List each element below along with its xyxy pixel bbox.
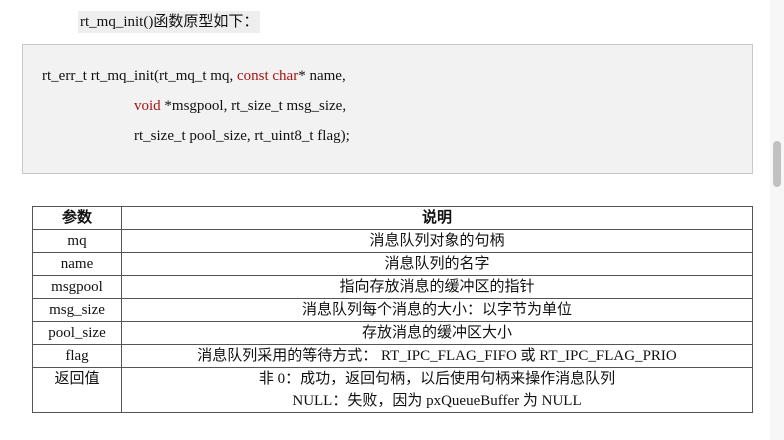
return-failure-text: NULL：失败，因为 pxQueueBuffer 为 NULL [292, 393, 582, 409]
return-success-text: 非 0：成功，返回句柄，以后使用句柄来操作消息队列 [258, 371, 616, 387]
code-line-1-post: * name, [298, 68, 346, 84]
intro-text: rt_mq_init()函数原型如下： [78, 11, 261, 33]
param-name: flag [32, 344, 122, 368]
code-line-2: void *msgpool, rt_size_t msg_size, [134, 96, 346, 116]
param-description: 消息队列采用的等待方式： RT_IPC_FLAG_FIFO 或 RT_IPC_F… [121, 344, 753, 368]
table-row: msgpool 指向存放消息的缓冲区的指针 [32, 275, 753, 299]
table-row: flag 消息队列采用的等待方式： RT_IPC_FLAG_FIFO 或 RT_… [32, 344, 753, 368]
vertical-scrollbar[interactable] [770, 0, 784, 440]
code-block: rt_err_t rt_mq_init(rt_mq_t mq, const ch… [22, 44, 753, 174]
code-line-2-post: *msgpool, rt_size_t msg_size, [160, 98, 347, 114]
param-description: 消息队列对象的句柄 [121, 229, 753, 253]
code-keyword-const-char: const char [236, 68, 299, 84]
param-description: 指向存放消息的缓冲区的指针 [121, 275, 753, 299]
param-name: 返回值 [32, 367, 122, 413]
table-row: 返回值 非 0：成功，返回句柄，以后使用句柄来操作消息队列 NULL：失败，因为… [32, 367, 753, 413]
table-row: mq 消息队列对象的句柄 [32, 229, 753, 253]
table-row: pool_size 存放消息的缓冲区大小 [32, 321, 753, 345]
scrollbar-thumb[interactable] [773, 141, 781, 187]
table-row: name 消息队列的名字 [32, 252, 753, 276]
header-description: 说明 [121, 206, 753, 230]
header-param: 参数 [32, 206, 122, 230]
param-name: msg_size [32, 298, 122, 322]
param-name: mq [32, 229, 122, 253]
code-keyword-void: void [134, 98, 161, 114]
parameter-table: 参数 说明 mq 消息队列对象的句柄 name 消息队列的名字 msgpool … [32, 206, 753, 413]
param-description: 存放消息的缓冲区大小 [121, 321, 753, 345]
param-description: 消息队列每个消息的大小：以字节为单位 [121, 298, 753, 322]
param-name: pool_size [32, 321, 122, 345]
code-line-3: rt_size_t pool_size, rt_uint8_t flag); [134, 128, 350, 144]
param-name: name [32, 252, 122, 276]
table-row: msg_size 消息队列每个消息的大小：以字节为单位 [32, 298, 753, 322]
param-description: 消息队列的名字 [121, 252, 753, 276]
table-header-row: 参数 说明 [32, 206, 753, 230]
code-line-1: rt_err_t rt_mq_init(rt_mq_t mq, const ch… [42, 66, 346, 86]
code-line-1-pre: rt_err_t rt_mq_init(rt_mq_t mq, [42, 68, 237, 84]
param-name: msgpool [32, 275, 122, 299]
param-description: 非 0：成功，返回句柄，以后使用句柄来操作消息队列 NULL：失败，因为 pxQ… [121, 367, 753, 413]
